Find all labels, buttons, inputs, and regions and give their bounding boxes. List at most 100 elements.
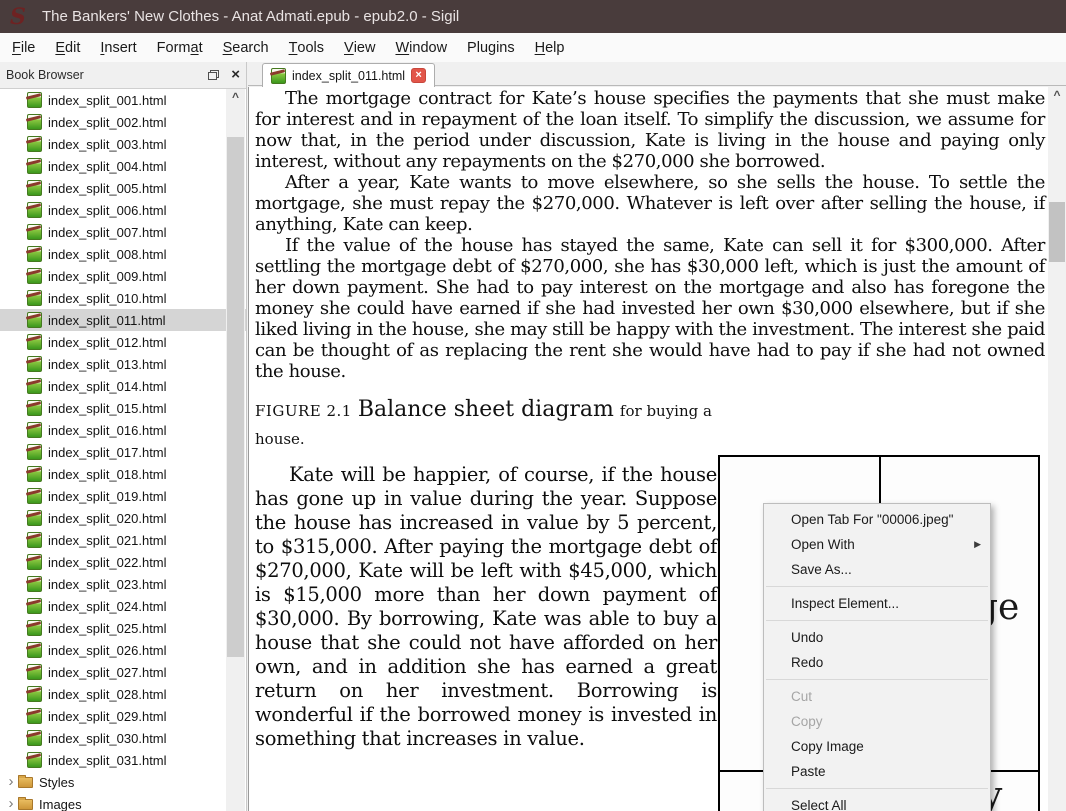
sidebar-item-file[interactable]: index_split_015.html (0, 397, 246, 419)
context-menu-item[interactable]: Open With ▶ (764, 532, 990, 557)
paragraph: The mortgage contract for Kate’s house s… (255, 88, 1045, 172)
file-name: index_split_002.html (48, 114, 167, 130)
context-menu-item[interactable]: Save As... ▶ (764, 557, 990, 582)
sidebar-item-file[interactable]: index_split_007.html (0, 221, 246, 243)
context-menu-item-label: Copy Image (791, 739, 864, 754)
context-menu-item[interactable]: ▶ (764, 675, 990, 684)
html-file-icon (27, 752, 42, 768)
menu-format[interactable]: Form a t (147, 33, 213, 62)
context-menu-item[interactable]: Copy Image ▶ (764, 734, 990, 759)
context-menu-item[interactable]: ▶ (764, 616, 990, 625)
sidebar-item-file[interactable]: index_split_004.html (0, 155, 246, 177)
sigil-window: S The Bankers' New Clothes - Anat Admati… (0, 0, 1066, 811)
folder-name: Images (39, 796, 82, 811)
sidebar-item-file[interactable]: index_split_021.html (0, 529, 246, 551)
sidebar-item-file[interactable]: index_split_025.html (0, 617, 246, 639)
sidebar-item-file[interactable]: index_split_024.html (0, 595, 246, 617)
html-file-icon (27, 356, 42, 372)
sidebar-item-file[interactable]: index_split_012.html (0, 331, 246, 353)
file-name: index_split_014.html (48, 378, 167, 394)
tab-close-icon[interactable]: × (411, 68, 427, 83)
file-name: index_split_018.html (48, 466, 167, 482)
sidebar-item-file[interactable]: index_split_028.html (0, 683, 246, 705)
context-menu-item[interactable]: Select All ▶ (764, 793, 990, 811)
sidebar-item-folder[interactable]: › Styles (0, 771, 246, 793)
sidebar-item-file[interactable]: index_split_005.html (0, 177, 246, 199)
sidebar-item-file[interactable]: index_split_022.html (0, 551, 246, 573)
context-menu-item[interactable]: Open Tab For "00006.jpeg" ▶ (764, 507, 990, 532)
file-name: index_split_016.html (48, 422, 167, 438)
html-file-icon (27, 708, 42, 724)
menu-window[interactable]: Window (385, 33, 457, 62)
editor-scrollbar[interactable]: ^ (1048, 87, 1066, 811)
close-panel-icon[interactable]: × (231, 67, 240, 82)
sidebar-item-file[interactable]: index_split_014.html (0, 375, 246, 397)
file-name: index_split_011.html (48, 312, 166, 328)
sidebar-item-file[interactable]: index_split_017.html (0, 441, 246, 463)
menu-insert[interactable]: Insert (90, 33, 146, 62)
submenu-arrow-icon: ▶ (974, 539, 981, 549)
sidebar-item-file[interactable]: index_split_016.html (0, 419, 246, 441)
context-menu-item[interactable]: Redo ▶ (764, 650, 990, 675)
menu-tools[interactable]: Tools (279, 33, 334, 62)
sidebar-item-file[interactable]: index_split_020.html (0, 507, 246, 529)
html-file-icon (27, 400, 42, 416)
file-list: index_split_001.html index_split_002.htm… (0, 89, 246, 771)
sidebar-item-file[interactable]: index_split_029.html (0, 705, 246, 727)
sidebar-item-file[interactable]: index_split_002.html (0, 111, 246, 133)
title-bar: S The Bankers' New Clothes - Anat Admati… (0, 0, 1066, 33)
sidebar-item-file[interactable]: index_split_006.html (0, 199, 246, 221)
html-file-icon (27, 642, 42, 658)
sidebar-item-file[interactable]: index_split_018.html (0, 463, 246, 485)
html-file-icon (27, 422, 42, 438)
sidebar-item-folder[interactable]: › Images (0, 793, 246, 811)
menu-help[interactable]: Help (525, 33, 575, 62)
context-menu-item[interactable]: Undo ▶ (764, 625, 990, 650)
sidebar-item-file[interactable]: index_split_026.html (0, 639, 246, 661)
file-name: index_split_027.html (48, 664, 167, 680)
context-menu-item[interactable]: ▶ (764, 582, 990, 591)
menu-plugins[interactable]: Plugins (457, 33, 525, 62)
sidebar-item-file[interactable]: index_split_019.html (0, 485, 246, 507)
tree-scrollbar[interactable]: ^ (226, 89, 245, 811)
context-menu-item[interactable]: Inspect Element... ▶ (764, 591, 990, 616)
context-menu-item[interactable]: Cut ▶ (764, 684, 990, 709)
tab-index-split-011[interactable]: index_split_011.html × (262, 63, 436, 87)
menu-file[interactable]: File (2, 33, 45, 62)
scroll-up-icon[interactable]: ^ (226, 89, 245, 105)
sidebar-item-file[interactable]: index_split_011.html (0, 309, 246, 331)
file-name: index_split_025.html (48, 620, 167, 636)
context-menu-item-label: Save As... (791, 562, 852, 577)
context-menu-item[interactable]: Copy ▶ (764, 709, 990, 734)
menu-view[interactable]: View (334, 33, 385, 62)
paragraph: Kate will be happier, of course, if the … (255, 463, 717, 750)
menu-edit[interactable]: Edit (45, 33, 90, 62)
file-name: index_split_006.html (48, 202, 167, 218)
tree-scrollbar-thumb[interactable] (227, 137, 244, 657)
sidebar-item-file[interactable]: index_split_023.html (0, 573, 246, 595)
file-name: index_split_021.html (48, 532, 167, 548)
sidebar-item-file[interactable]: index_split_030.html (0, 727, 246, 749)
float-panel-icon[interactable] (208, 70, 220, 80)
html-file-icon (27, 554, 42, 570)
menu-search[interactable]: Search (213, 33, 279, 62)
sidebar-item-file[interactable]: index_split_031.html (0, 749, 246, 771)
scroll-up-icon[interactable]: ^ (1048, 87, 1066, 103)
html-file-icon (27, 158, 42, 174)
chevron-right-icon[interactable]: › (4, 774, 18, 789)
file-name: index_split_001.html (48, 92, 167, 108)
file-name: index_split_023.html (48, 576, 167, 592)
editor-scrollbar-thumb[interactable] (1049, 202, 1065, 262)
chevron-right-icon[interactable]: › (4, 796, 18, 811)
sidebar-item-file[interactable]: index_split_027.html (0, 661, 246, 683)
sidebar-item-file[interactable]: index_split_003.html (0, 133, 246, 155)
context-menu-item[interactable]: Paste ▶ (764, 759, 990, 784)
sidebar-item-file[interactable]: index_split_013.html (0, 353, 246, 375)
context-menu-item[interactable]: ▶ (764, 784, 990, 793)
sidebar-item-file[interactable]: index_split_009.html (0, 265, 246, 287)
sidebar-item-file[interactable]: index_split_008.html (0, 243, 246, 265)
file-name: index_split_020.html (48, 510, 167, 526)
sidebar-item-file[interactable]: index_split_010.html (0, 287, 246, 309)
sidebar-item-file[interactable]: index_split_001.html (0, 89, 246, 111)
html-file-icon (27, 290, 42, 306)
